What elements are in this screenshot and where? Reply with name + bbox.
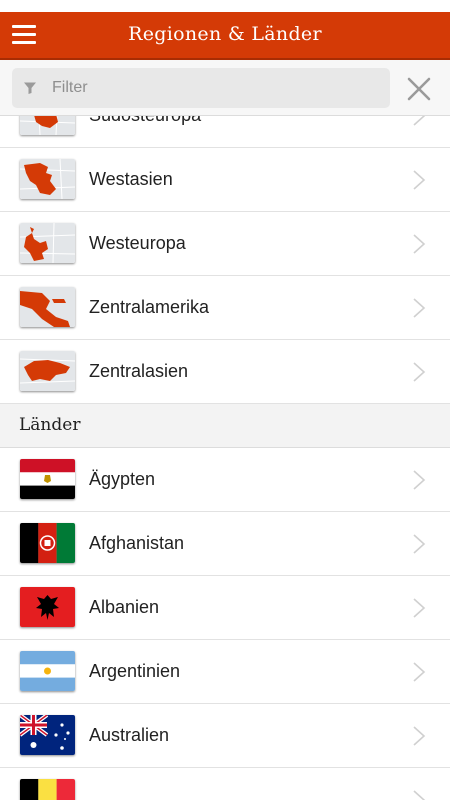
region-map-icon (20, 351, 75, 391)
chevron-right-icon (413, 662, 426, 682)
app-header: Regionen & Länder (0, 12, 450, 60)
region-country-list[interactable]: Südosteuropa Westasien (0, 116, 450, 800)
close-icon[interactable] (406, 76, 432, 102)
section-title: Länder (19, 415, 81, 435)
australia-flag-icon (20, 715, 75, 755)
list-item-label: Ägypten (89, 469, 156, 489)
list-item-argentinien[interactable]: Argentinien (0, 640, 450, 704)
afghanistan-flag-icon (20, 523, 75, 563)
list-item-westasien[interactable]: Westasien (0, 148, 450, 212)
list-item-label: Australien (89, 725, 170, 745)
list-item-label: Argentinien (89, 661, 181, 681)
list-item-zentralasien[interactable]: Zentralasien (0, 340, 450, 404)
list-item-label: Zentralasien (89, 361, 189, 381)
search-field[interactable] (12, 68, 390, 108)
chevron-right-icon (413, 726, 426, 746)
chevron-right-icon (413, 598, 426, 618)
list-item-australien[interactable]: Australien (0, 704, 450, 768)
chevron-right-icon (413, 362, 426, 382)
list-item-label: Westeuropa (89, 233, 186, 253)
list-item-aegypten[interactable]: Ägypten (0, 448, 450, 512)
list-item-label: Afghanistan (89, 533, 185, 553)
list-item-westeuropa[interactable]: Westeuropa (0, 212, 450, 276)
chevron-right-icon (413, 534, 426, 554)
list-item-label: Südosteuropa (89, 116, 201, 126)
chevron-right-icon (413, 116, 426, 126)
argentina-flag-icon (20, 651, 75, 691)
region-map-icon (20, 159, 75, 199)
page-title: Regionen & Länder (128, 23, 322, 45)
search-bar (0, 60, 450, 116)
chevron-right-icon (413, 790, 426, 800)
egypt-flag-icon (20, 459, 75, 499)
chevron-right-icon (413, 298, 426, 318)
belgium-flag-icon (20, 779, 75, 800)
list-item-label: Westasien (89, 169, 173, 189)
region-map-icon (20, 223, 75, 263)
chevron-right-icon (413, 170, 426, 190)
region-map-icon (20, 116, 75, 135)
funnel-icon (24, 82, 36, 94)
albania-flag-icon (20, 587, 75, 627)
search-input[interactable] (52, 68, 372, 108)
list-item-suedosteuropa[interactable]: Südosteuropa (0, 116, 450, 148)
section-header-countries: Länder (0, 404, 450, 448)
list-item-albanien[interactable]: Albanien (0, 576, 450, 640)
list-item-label: Albanien (89, 597, 160, 617)
status-strip (0, 0, 450, 12)
chevron-right-icon (413, 234, 426, 254)
list-item-afghanistan[interactable]: Afghanistan (0, 512, 450, 576)
list-item-label: Zentralamerika (89, 297, 210, 317)
region-map-icon (20, 287, 75, 327)
list-item-belgien[interactable] (0, 768, 450, 800)
chevron-right-icon (413, 470, 426, 490)
list-item-zentralamerika[interactable]: Zentralamerika (0, 276, 450, 340)
